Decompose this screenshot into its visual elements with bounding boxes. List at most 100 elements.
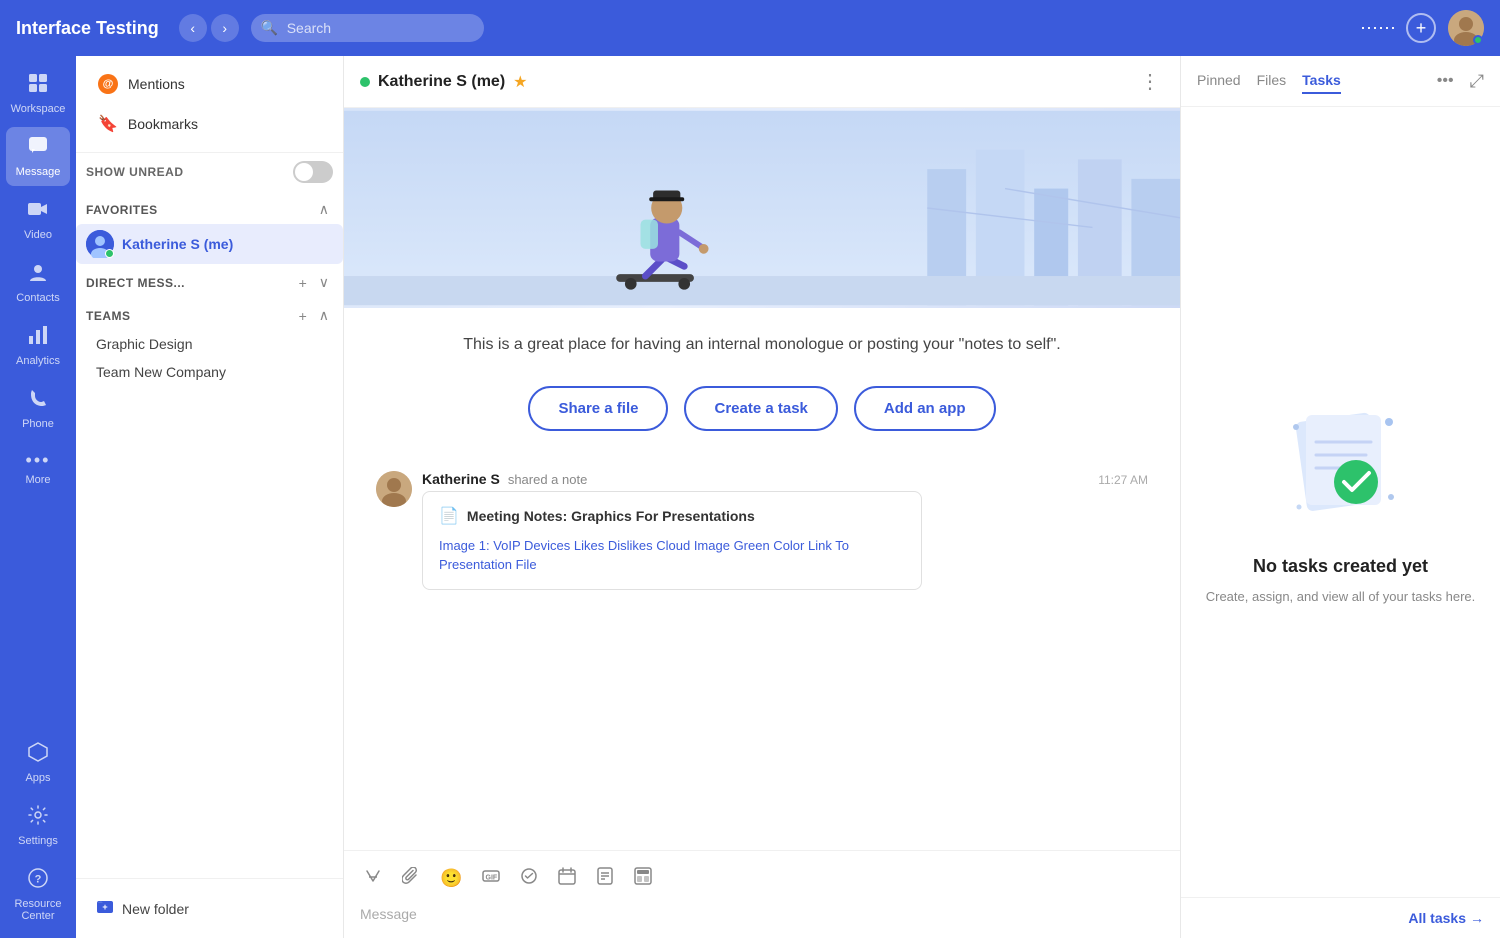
- topbar: Interface Testing ‹ › 🔍 ⋯⋯ +: [0, 0, 1500, 56]
- gif-button[interactable]: GIF: [478, 863, 504, 894]
- search-wrap: 🔍: [251, 14, 731, 42]
- new-folder-item[interactable]: + New folder: [86, 889, 333, 928]
- format-button[interactable]: [360, 863, 386, 894]
- settings-label: Settings: [18, 835, 58, 847]
- chat-toolbar: 🙂 GIF: [360, 859, 1164, 902]
- apps-icon: [27, 741, 49, 769]
- chat-menu-button[interactable]: ⋮: [1136, 65, 1164, 98]
- app-title: Interface Testing: [16, 18, 159, 39]
- show-unread-row: SHOW UNREAD: [76, 153, 343, 191]
- chat-body: This is a great place for having an inte…: [344, 308, 1180, 850]
- message-time: 11:27 AM: [1098, 473, 1148, 487]
- svg-text:+: +: [102, 902, 107, 912]
- settings-icon: [27, 804, 49, 832]
- right-panel-header: Pinned Files Tasks ••• ⤢: [1181, 56, 1500, 107]
- sidebar-item-analytics[interactable]: Analytics: [6, 316, 70, 375]
- no-tasks-title: No tasks created yet: [1253, 556, 1428, 577]
- bookmarks-label: Bookmarks: [128, 116, 198, 132]
- mentions-label: Mentions: [128, 76, 185, 92]
- doc-icon: 📄: [439, 506, 459, 526]
- bookmarks-item[interactable]: 🔖 Bookmarks: [88, 106, 331, 142]
- right-panel-close-button[interactable]: ⤢: [1470, 71, 1484, 92]
- sidebar-item-phone[interactable]: Phone: [6, 379, 70, 438]
- analytics-icon: [27, 324, 49, 352]
- apps-label: Apps: [25, 772, 50, 784]
- sidebar-item-contacts[interactable]: Contacts: [6, 253, 70, 312]
- teams-add-button[interactable]: +: [295, 305, 311, 326]
- message-author: Katherine S: [422, 471, 500, 487]
- phone-icon: [27, 387, 49, 415]
- workspace-label: Workspace: [11, 103, 66, 115]
- sidebar-item-message[interactable]: Message: [6, 127, 70, 186]
- chat-input[interactable]: [360, 902, 1164, 930]
- nav-buttons: ‹ ›: [179, 14, 239, 42]
- checkmark-button[interactable]: [516, 863, 542, 894]
- main-layout: Workspace Message Video: [0, 56, 1500, 938]
- show-unread-toggle[interactable]: [293, 161, 333, 183]
- sidebar-item-workspace[interactable]: Workspace: [6, 64, 70, 123]
- chat-name: Katherine S (me): [378, 73, 505, 91]
- analytics-label: Analytics: [16, 355, 60, 367]
- share-file-button[interactable]: Share a file: [528, 386, 668, 431]
- workspace-icon: [27, 72, 49, 100]
- no-tasks-subtitle: Create, assign, and view all of your tas…: [1206, 587, 1476, 607]
- add-button[interactable]: +: [1406, 13, 1436, 43]
- direct-mess-section-header: DIRECT MESS... + ∨: [76, 264, 343, 297]
- mentions-item[interactable]: @ Mentions: [88, 66, 331, 102]
- all-tasks-button[interactable]: All tasks →: [1408, 910, 1484, 926]
- note-button[interactable]: [592, 863, 618, 894]
- katherine-s-me-item[interactable]: Katherine S (me): [76, 224, 343, 264]
- phone-label: Phone: [22, 418, 54, 430]
- message-card-title-text: Meeting Notes: Graphics For Presentation…: [467, 508, 755, 524]
- sidebar-item-video[interactable]: Video: [6, 190, 70, 249]
- tab-pinned[interactable]: Pinned: [1197, 68, 1241, 94]
- tab-files[interactable]: Files: [1257, 68, 1287, 94]
- emoji-button[interactable]: 🙂: [436, 863, 466, 894]
- message-row: Katherine S shared a note 11:27 AM 📄 Mee…: [376, 471, 1148, 590]
- teams-section-header: TEAMS + ∧: [76, 297, 343, 330]
- katherine-avatar: [86, 230, 114, 258]
- chat-online-dot: [360, 77, 370, 87]
- team-graphic-design-item[interactable]: Graphic Design: [76, 330, 343, 358]
- direct-mess-add-button[interactable]: +: [295, 272, 311, 293]
- team-new-company-label: Team New Company: [96, 364, 226, 380]
- favorites-label: FAVORITES: [86, 203, 158, 217]
- template-button[interactable]: [630, 863, 656, 894]
- more-icon: •••: [26, 450, 51, 471]
- favorites-collapse-button[interactable]: ∧: [315, 199, 333, 220]
- dm-sidebar: @ Mentions 🔖 Bookmarks SHOW UNREAD FAVOR…: [76, 56, 344, 938]
- message-icon: [27, 135, 49, 163]
- grid-icon-button[interactable]: ⋯⋯: [1362, 12, 1394, 44]
- avatar-wrap[interactable]: [1448, 10, 1484, 46]
- teams-actions: + ∧: [295, 305, 333, 326]
- direct-mess-label: DIRECT MESS...: [86, 276, 185, 290]
- bookmarks-icon: 🔖: [98, 114, 118, 134]
- tasks-illustration: [1281, 397, 1401, 532]
- team-graphic-design-label: Graphic Design: [96, 336, 193, 352]
- chat-welcome-text: This is a great place for having an inte…: [463, 332, 1060, 358]
- nav-forward-button[interactable]: ›: [211, 14, 239, 42]
- calendar-button[interactable]: [554, 863, 580, 894]
- more-label: More: [25, 474, 50, 486]
- attach-button[interactable]: [398, 863, 424, 894]
- add-app-button[interactable]: Add an app: [854, 386, 996, 431]
- message-card-body: Image 1: VoIP Devices Likes Dislikes Clo…: [439, 536, 905, 575]
- search-input[interactable]: [251, 14, 484, 42]
- sidebar-item-resource-center[interactable]: ? Resource Center: [6, 859, 70, 930]
- sidebar-item-more[interactable]: ••• More: [6, 442, 70, 494]
- nav-back-button[interactable]: ‹: [179, 14, 207, 42]
- create-task-button[interactable]: Create a task: [684, 386, 837, 431]
- teams-collapse-button[interactable]: ∧: [315, 305, 333, 326]
- direct-mess-actions: + ∨: [295, 272, 333, 293]
- team-new-company-item[interactable]: Team New Company: [76, 358, 343, 386]
- direct-mess-collapse-button[interactable]: ∨: [315, 272, 333, 293]
- sidebar-item-apps[interactable]: Apps: [6, 733, 70, 792]
- sidebar-item-settings[interactable]: Settings: [6, 796, 70, 855]
- message-card-title: 📄 Meeting Notes: Graphics For Presentati…: [439, 506, 905, 526]
- tab-tasks[interactable]: Tasks: [1302, 68, 1341, 94]
- message-avatar: [376, 471, 412, 507]
- main-content: Katherine S (me) ★ ⋮: [344, 56, 1180, 938]
- new-folder-label: New folder: [122, 901, 189, 917]
- right-panel-more-button[interactable]: •••: [1437, 72, 1454, 90]
- chat-star-icon[interactable]: ★: [513, 72, 527, 92]
